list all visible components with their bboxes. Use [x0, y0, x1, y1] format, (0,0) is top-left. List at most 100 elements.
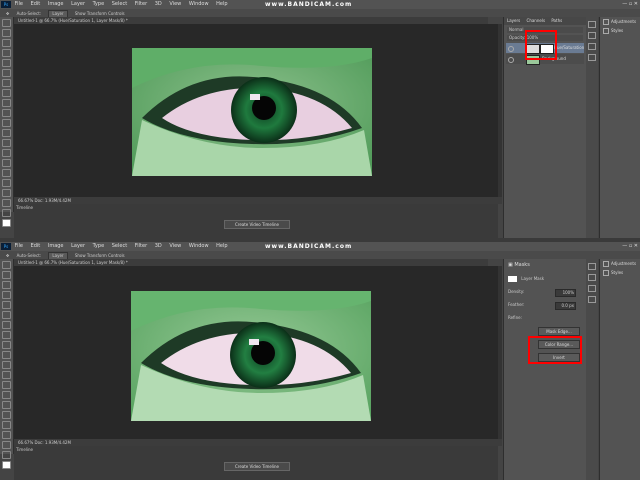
- path-select-tool-icon[interactable]: [2, 179, 11, 187]
- menu-help[interactable]: Help: [216, 0, 227, 9]
- menu-filter[interactable]: Filter: [135, 0, 147, 9]
- menu-edit[interactable]: Edit: [31, 0, 41, 9]
- eraser-tool-icon[interactable]: [2, 119, 11, 127]
- mask-type-swatch[interactable]: [508, 276, 517, 282]
- eraser-tool-icon[interactable]: [2, 361, 11, 369]
- history-icon[interactable]: [588, 263, 596, 270]
- brush-tool-icon[interactable]: [2, 89, 11, 97]
- move-tool-icon[interactable]: [2, 261, 11, 269]
- properties-icon[interactable]: [588, 43, 596, 50]
- menu-image[interactable]: Image: [48, 242, 64, 251]
- create-video-timeline-button[interactable]: Create Video Timeline: [224, 220, 290, 229]
- menu-file[interactable]: File: [15, 0, 23, 9]
- tab-layers[interactable]: Layers: [507, 18, 520, 23]
- marquee-tool-icon[interactable]: [2, 29, 11, 37]
- menu-type[interactable]: Type: [93, 0, 104, 9]
- marquee-tool-icon[interactable]: [2, 271, 11, 279]
- shape-tool-icon[interactable]: [2, 189, 11, 197]
- show-transform-checkbox[interactable]: Show Transform Controls: [75, 11, 125, 16]
- mask-edge-button[interactable]: Mask Edge...: [538, 327, 580, 336]
- vertical-scrollbar[interactable]: [498, 24, 502, 204]
- document-tab[interactable]: Untitled-1 @ 66.7% (Hue/Saturation 1, La…: [14, 259, 488, 266]
- eyedropper-tool-icon[interactable]: [2, 69, 11, 77]
- menu-window[interactable]: Window: [189, 0, 209, 9]
- dodge-tool-icon[interactable]: [2, 149, 11, 157]
- history-brush-tool-icon[interactable]: [2, 109, 11, 117]
- menu-select[interactable]: Select: [112, 242, 127, 251]
- document-tab[interactable]: Untitled-1 @ 66.7% (Hue/Saturation 1, La…: [14, 17, 488, 24]
- lasso-tool-icon[interactable]: [2, 281, 11, 289]
- move-tool-icon[interactable]: ✥: [6, 11, 9, 16]
- path-select-tool-icon[interactable]: [2, 421, 11, 429]
- pen-tool-icon[interactable]: [2, 159, 11, 167]
- styles-item[interactable]: Styles: [600, 268, 640, 277]
- eyedropper-tool-icon[interactable]: [2, 311, 11, 319]
- zoom-tool-icon[interactable]: [2, 451, 11, 459]
- blur-tool-icon[interactable]: [2, 381, 11, 389]
- crop-tool-icon[interactable]: [2, 59, 11, 67]
- timeline-tab[interactable]: Timeline: [16, 447, 33, 452]
- menu-3d[interactable]: 3D: [155, 0, 162, 9]
- foreground-color-swatch[interactable]: [2, 461, 11, 469]
- auto-select-label[interactable]: Auto-Select:: [17, 11, 42, 16]
- density-field[interactable]: 100%: [555, 289, 576, 297]
- history-icon[interactable]: [588, 21, 596, 28]
- zoom-tool-icon[interactable]: [2, 209, 11, 217]
- foreground-color-swatch[interactable]: [2, 219, 11, 227]
- info-icon[interactable]: [588, 296, 596, 303]
- styles-item[interactable]: Styles: [600, 26, 640, 35]
- vertical-scrollbar[interactable]: [498, 266, 502, 446]
- menu-image[interactable]: Image: [48, 0, 64, 9]
- lasso-tool-icon[interactable]: [2, 39, 11, 47]
- feather-field[interactable]: 0.0 px: [555, 302, 576, 310]
- menu-select[interactable]: Select: [112, 0, 127, 9]
- menu-view[interactable]: View: [169, 0, 181, 9]
- window-controls[interactable]: — ▫ ✕: [622, 243, 638, 250]
- auto-select-label[interactable]: Auto-Select:: [17, 253, 42, 258]
- gradient-tool-icon[interactable]: [2, 129, 11, 137]
- hand-tool-icon[interactable]: [2, 199, 11, 207]
- pen-tool-icon[interactable]: [2, 401, 11, 409]
- hand-tool-icon[interactable]: [2, 441, 11, 449]
- blur-tool-icon[interactable]: [2, 139, 11, 147]
- menu-file[interactable]: File: [15, 242, 23, 251]
- menu-layer[interactable]: Layer: [71, 242, 85, 251]
- properties-icon[interactable]: [588, 285, 596, 292]
- menu-view[interactable]: View: [169, 242, 181, 251]
- dodge-tool-icon[interactable]: [2, 391, 11, 399]
- healing-brush-tool-icon[interactable]: [2, 321, 11, 329]
- clone-stamp-tool-icon[interactable]: [2, 99, 11, 107]
- crop-tool-icon[interactable]: [2, 301, 11, 309]
- menu-filter[interactable]: Filter: [135, 242, 147, 251]
- adjustments-item[interactable]: Adjustments: [600, 17, 640, 26]
- gradient-tool-icon[interactable]: [2, 371, 11, 379]
- tab-paths[interactable]: Paths: [551, 18, 562, 23]
- healing-brush-tool-icon[interactable]: [2, 79, 11, 87]
- actions-icon[interactable]: [588, 274, 596, 281]
- show-transform-checkbox[interactable]: Show Transform Controls: [75, 253, 125, 258]
- menu-window[interactable]: Window: [189, 242, 209, 251]
- document-canvas[interactable]: [14, 24, 498, 197]
- actions-icon[interactable]: [588, 32, 596, 39]
- eye-icon[interactable]: [508, 57, 514, 63]
- type-tool-icon[interactable]: [2, 169, 11, 177]
- menu-type[interactable]: Type: [93, 242, 104, 251]
- menu-help[interactable]: Help: [216, 242, 227, 251]
- create-video-timeline-button[interactable]: Create Video Timeline: [224, 462, 290, 471]
- move-tool-icon[interactable]: ✥: [6, 253, 9, 258]
- quick-select-tool-icon[interactable]: [2, 291, 11, 299]
- tab-channels[interactable]: Channels: [527, 18, 546, 23]
- eye-icon[interactable]: [508, 46, 514, 52]
- brush-tool-icon[interactable]: [2, 331, 11, 339]
- document-canvas[interactable]: [14, 266, 498, 439]
- window-controls[interactable]: — ▫ ✕: [622, 1, 638, 8]
- clone-stamp-tool-icon[interactable]: [2, 341, 11, 349]
- shape-tool-icon[interactable]: [2, 431, 11, 439]
- menu-3d[interactable]: 3D: [155, 242, 162, 251]
- history-brush-tool-icon[interactable]: [2, 351, 11, 359]
- quick-select-tool-icon[interactable]: [2, 49, 11, 57]
- timeline-tab[interactable]: Timeline: [16, 205, 33, 210]
- move-tool-icon[interactable]: [2, 19, 11, 27]
- type-tool-icon[interactable]: [2, 411, 11, 419]
- menu-edit[interactable]: Edit: [31, 242, 41, 251]
